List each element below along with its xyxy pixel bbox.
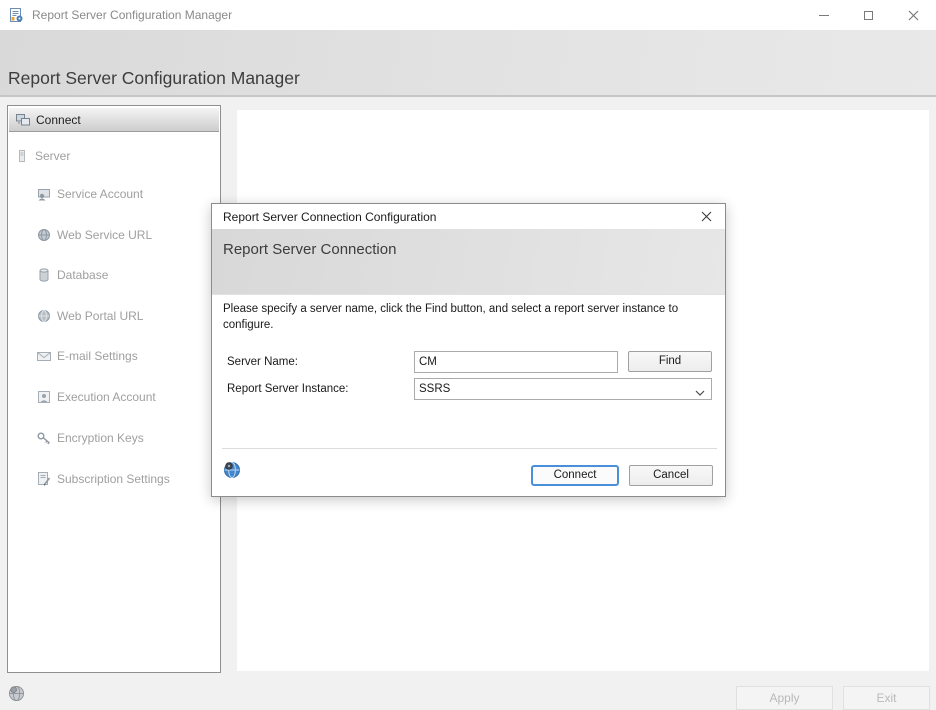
window-title: Report Server Configuration Manager: [32, 8, 232, 22]
server-name-input[interactable]: [414, 351, 618, 373]
close-icon: [701, 211, 712, 222]
connect-button[interactable]: Connect: [531, 465, 619, 486]
server-name-label: Server Name:: [227, 356, 298, 368]
dialog-heading: Report Server Connection: [223, 241, 396, 258]
minimize-button[interactable]: [801, 0, 846, 30]
help-globe-icon: [223, 461, 241, 479]
window-titlebar: Report Server Configuration Manager: [0, 0, 936, 30]
help-globe-icon-disabled: [8, 685, 25, 702]
exit-button[interactable]: Exit: [843, 686, 930, 710]
sidebar-item-label: Encryption Keys: [57, 431, 144, 445]
sidebar-item-label: E-mail Settings: [57, 349, 138, 363]
report-server-connection-dialog: Report Server Connection Configuration R…: [211, 203, 726, 497]
dialog-header-band: [212, 229, 725, 295]
web-service-url-icon: [36, 227, 52, 243]
report-server-instance-value: SSRS: [419, 383, 450, 395]
apply-button[interactable]: Apply: [736, 686, 833, 710]
report-server-instance-label: Report Server Instance:: [227, 383, 348, 395]
page-title: Report Server Configuration Manager: [8, 68, 300, 89]
web-portal-url-icon: [36, 308, 52, 324]
email-icon: [36, 348, 52, 364]
sidebar-item-label: Subscription Settings: [57, 472, 170, 486]
sidebar-item-label: Web Service URL: [57, 228, 152, 242]
service-account-icon: [36, 186, 52, 202]
header-band: Report Server Configuration Manager: [0, 30, 936, 97]
report-server-instance-select[interactable]: SSRS: [414, 378, 712, 400]
close-button[interactable]: [891, 0, 936, 30]
execution-account-icon: [36, 389, 52, 405]
chevron-down-icon: [695, 387, 705, 399]
sidebar-item-label: Connect: [36, 113, 81, 127]
encryption-keys-icon: [36, 430, 52, 446]
dialog-titlebar: Report Server Connection Configuration: [212, 204, 725, 229]
subscription-settings-icon: [36, 471, 52, 487]
server-icon: [14, 148, 30, 164]
connect-icon: [15, 112, 31, 128]
close-icon: [908, 10, 919, 21]
dialog-separator: [222, 448, 717, 449]
sidebar-item-subscription-settings[interactable]: Subscription Settings: [36, 467, 170, 491]
sidebar-item-label: Web Portal URL: [57, 309, 143, 323]
maximize-button[interactable]: [846, 0, 891, 30]
caption-buttons: [801, 0, 936, 30]
dialog-instruction: Please specify a server name, click the …: [223, 301, 701, 333]
maximize-icon: [864, 11, 873, 20]
sidebar-nav: Connect Server Service Account: [7, 105, 221, 673]
sidebar-item-label: Execution Account: [57, 390, 156, 404]
dialog-close-button[interactable]: [691, 204, 721, 229]
sidebar-item-email-settings[interactable]: E-mail Settings: [36, 344, 138, 368]
sidebar-item-server[interactable]: Server: [14, 144, 70, 168]
database-icon: [36, 267, 52, 283]
cancel-button[interactable]: Cancel: [629, 465, 713, 486]
find-button[interactable]: Find: [628, 351, 712, 372]
sidebar-item-web-portal-url[interactable]: Web Portal URL: [36, 304, 143, 328]
sidebar-item-connect[interactable]: Connect: [9, 108, 219, 132]
sidebar-item-service-account[interactable]: Service Account: [36, 182, 143, 206]
minimize-icon: [819, 15, 829, 16]
sidebar-item-label: Database: [57, 268, 108, 282]
sidebar-item-label: Service Account: [57, 187, 143, 201]
dialog-title: Report Server Connection Configuration: [223, 210, 436, 224]
sidebar-item-encryption-keys[interactable]: Encryption Keys: [36, 426, 144, 450]
sidebar-item-database[interactable]: Database: [36, 263, 108, 287]
sidebar-item-web-service-url[interactable]: Web Service URL: [36, 223, 152, 247]
sidebar-item-execution-account[interactable]: Execution Account: [36, 385, 156, 409]
app-icon: [8, 7, 24, 23]
sidebar-item-label: Server: [35, 149, 70, 163]
